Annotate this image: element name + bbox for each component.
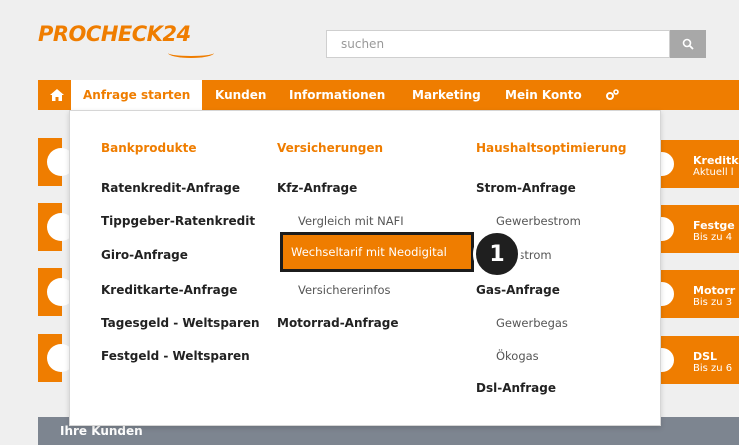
tile-subtitle: Bis zu 4 (693, 232, 733, 243)
step-marker: 1 (473, 230, 521, 278)
brand-logo[interactable]: PROCHECK24 (38, 22, 191, 46)
tile-subtitle: Bis zu 6 (693, 363, 733, 374)
section-title: Ihre Kunden (60, 424, 143, 438)
nav-settings[interactable] (605, 80, 619, 110)
menu-item-festgeld[interactable]: Festgeld - Weltsparen (101, 349, 250, 363)
tile-right-motorrad[interactable]: Motorr Bis zu 3 (660, 270, 739, 318)
col-heading-versicherungen: Versicherungen (277, 141, 384, 155)
tile-left-strom[interactable] (38, 334, 75, 382)
menu-item-kreditkarte[interactable]: Kreditkarte-Anfrage (101, 283, 237, 297)
menu-item-motorrad[interactable]: Motorrad-Anfrage (277, 316, 398, 330)
menu-item-gewerbestrom[interactable]: Gewerbestrom (496, 214, 581, 228)
nav-mein-konto[interactable]: Mein Konto (505, 80, 582, 110)
tile-title: DSL (693, 350, 718, 363)
motorcycle-icon (660, 280, 676, 308)
tile-title: Kreditk (693, 154, 739, 167)
col-heading-bankprodukte: Bankprodukte (101, 141, 197, 155)
main-navbar: Anfrage starten Kunden Informationen Mar… (38, 80, 739, 110)
nav-anfrage-starten[interactable]: Anfrage starten (71, 80, 203, 110)
menu-item-tippgeber[interactable]: Tippgeber-Ratenkredit (101, 214, 255, 228)
menu-item-gas[interactable]: Gas-Anfrage (476, 283, 560, 297)
tile-right-dsl[interactable]: DSL Bis zu 6 (660, 336, 739, 384)
nav-informationen[interactable]: Informationen (289, 80, 385, 110)
nav-home[interactable] (50, 80, 64, 110)
menu-item-tagesgeld[interactable]: Tagesgeld - Weltsparen (101, 316, 260, 330)
tile-subtitle: Bis zu 3 (693, 297, 733, 308)
creditcard-icon (660, 150, 676, 178)
col-heading-haushaltsoptimierung: Haushaltsoptimierung (476, 141, 627, 155)
menu-item-gewerbegas[interactable]: Gewerbegas (496, 316, 568, 330)
menu-item-dsl[interactable]: Dsl-Anfrage (476, 381, 556, 395)
tile-title: Motorr (693, 284, 736, 297)
gears-icon (606, 89, 619, 100)
search-button[interactable] (670, 30, 706, 58)
home-icon (50, 89, 64, 101)
router-icon (660, 346, 676, 374)
tile-title: Festge (693, 219, 735, 232)
menu-item-wechseltarif-neodigital[interactable]: Wechseltarif mit Neodigital (280, 232, 474, 272)
tile-left-kfz[interactable] (38, 268, 75, 316)
menu-item-strom[interactable]: Strom-Anfrage (476, 181, 576, 195)
menu-item-ratenkredit[interactable]: Ratenkredit-Anfrage (101, 181, 240, 195)
menu-item-giro[interactable]: Giro-Anfrage (101, 248, 188, 262)
search-input[interactable]: suchen (326, 30, 670, 58)
tile-left-kredit[interactable] (38, 138, 75, 186)
tile-subtitle: Aktuell l (693, 167, 734, 178)
menu-item-vergleich-nafi[interactable]: Vergleich mit NAFI (298, 214, 404, 228)
menu-item-kfz[interactable]: Kfz-Anfrage (277, 181, 357, 195)
menu-item-oekogas[interactable]: Ökogas (496, 349, 539, 363)
tile-left-karte[interactable] (38, 203, 75, 251)
menu-item-label: Wechseltarif mit Neodigital (291, 245, 447, 259)
tile-right-kreditkarte[interactable]: Kreditk Aktuell l (660, 140, 739, 188)
search-icon (682, 38, 694, 50)
piggybank-icon (660, 215, 676, 243)
menu-item-versichererinfos[interactable]: Versichererinfos (298, 283, 391, 297)
logo-swoosh (168, 48, 214, 58)
nav-kunden[interactable]: Kunden (215, 80, 266, 110)
tile-right-festgeld[interactable]: Festge Bis zu 4 (660, 205, 739, 253)
nav-marketing[interactable]: Marketing (412, 80, 481, 110)
